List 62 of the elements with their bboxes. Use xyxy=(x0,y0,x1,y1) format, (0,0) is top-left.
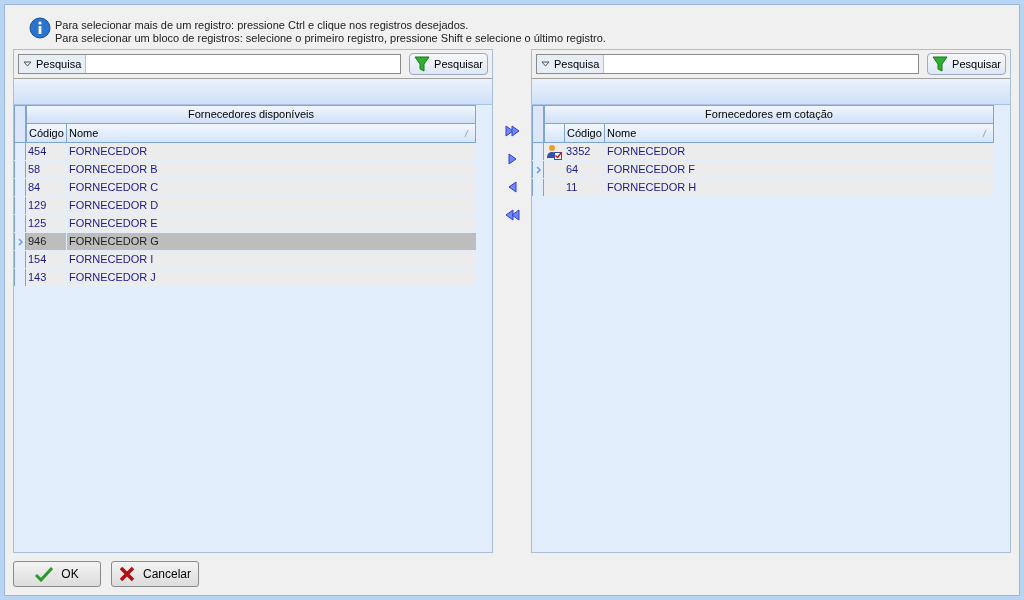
grid-title: Fornecedores em cotação xyxy=(544,105,994,124)
instruction-text: Para selecionar mais de um registro: pressione Ctrl e clique nos registros desejados. xyxy=(55,19,470,32)
table-row[interactable]: 154 FORNECEDOR I xyxy=(14,251,476,269)
table-cell-text: 84 xyxy=(27,180,42,196)
table-cell: FORNECEDOR I xyxy=(66,251,476,268)
table-cell-text: 64 xyxy=(565,162,580,178)
column-header[interactable]: Código xyxy=(565,124,605,142)
table-cell: FORNECEDOR G xyxy=(66,233,476,250)
search-field[interactable]: Pesquisa xyxy=(18,54,402,74)
left-arrow-icon xyxy=(504,208,520,222)
column-header[interactable]: Nome xyxy=(605,124,993,142)
left-arrow-icon xyxy=(507,180,517,194)
filter-icon xyxy=(932,56,949,72)
search-mode-dropdown[interactable]: Pesquisa xyxy=(19,55,87,73)
table-cell-text: 3352 xyxy=(565,144,592,160)
table-row[interactable]: 946 FORNECEDOR G xyxy=(14,233,476,251)
search-button[interactable]: Pesquisar xyxy=(927,53,1006,75)
grid-title: Fornecedores disponíveis xyxy=(26,105,476,124)
table-cell: FORNECEDOR D xyxy=(66,197,476,214)
table-row[interactable]: 129 FORNECEDOR D xyxy=(14,197,476,215)
table-row[interactable]: 143 FORNECEDOR J xyxy=(14,269,476,287)
table-row[interactable]: 11 FORNECEDOR H xyxy=(532,179,994,197)
table-cell-text: 58 xyxy=(27,162,42,178)
table-cell-text: 129 xyxy=(27,198,48,214)
table-cell: FORNECEDOR xyxy=(66,143,476,160)
ok-button[interactable]: OK xyxy=(13,561,101,587)
table-cell: FORNECEDOR xyxy=(604,143,994,160)
table-cell-text: 946 xyxy=(27,234,48,250)
sort-icon xyxy=(982,129,987,137)
caret-icon xyxy=(541,61,550,67)
table-row[interactable]: 125 FORNECEDOR E xyxy=(14,215,476,233)
right-arrow-icon xyxy=(507,152,517,166)
close-icon xyxy=(119,566,135,582)
table-cell: FORNECEDOR C xyxy=(66,179,476,196)
table-cell: FORNECEDOR J xyxy=(66,269,476,286)
table-cell-text: 154 xyxy=(27,252,48,268)
table-cell: FORNECEDOR E xyxy=(66,215,476,232)
table-cell-text: 11 xyxy=(565,180,579,196)
checkmark-icon xyxy=(35,566,54,582)
table-row[interactable]: 454 FORNECEDOR xyxy=(14,143,476,161)
table-cell: FORNECEDOR H xyxy=(604,179,994,196)
table-cell-text: 143 xyxy=(27,270,48,286)
right-arrow-icon xyxy=(504,124,520,138)
table-row[interactable]: 3352 FORNECEDOR xyxy=(532,143,994,161)
filter-icon xyxy=(414,56,431,72)
column-header[interactable]: Código xyxy=(27,124,67,142)
info-icon xyxy=(29,17,51,39)
search-mode-dropdown[interactable]: Pesquisa xyxy=(537,55,605,73)
table-row[interactable]: 64 FORNECEDOR F xyxy=(532,161,994,179)
table-row[interactable]: 58 FORNECEDOR B xyxy=(14,161,476,179)
search-button[interactable]: Pesquisar xyxy=(409,53,488,75)
caret-icon xyxy=(23,61,32,67)
sort-icon xyxy=(464,129,469,137)
search-field[interactable]: Pesquisa xyxy=(536,54,920,74)
table-row[interactable]: 84 FORNECEDOR C xyxy=(14,179,476,197)
instruction-text: Para selecionar um bloco de registros: selecione o primeiro registro, pressione Shift e selecione o último registro. xyxy=(55,32,606,45)
table-cell: FORNECEDOR B xyxy=(66,161,476,178)
table-cell-text: 125 xyxy=(27,216,48,232)
cancel-button[interactable]: Cancelar xyxy=(111,561,199,587)
table-cell-text: 454 xyxy=(27,144,48,160)
table-cell: FORNECEDOR F xyxy=(604,161,994,178)
column-header[interactable]: Nome xyxy=(67,124,475,142)
